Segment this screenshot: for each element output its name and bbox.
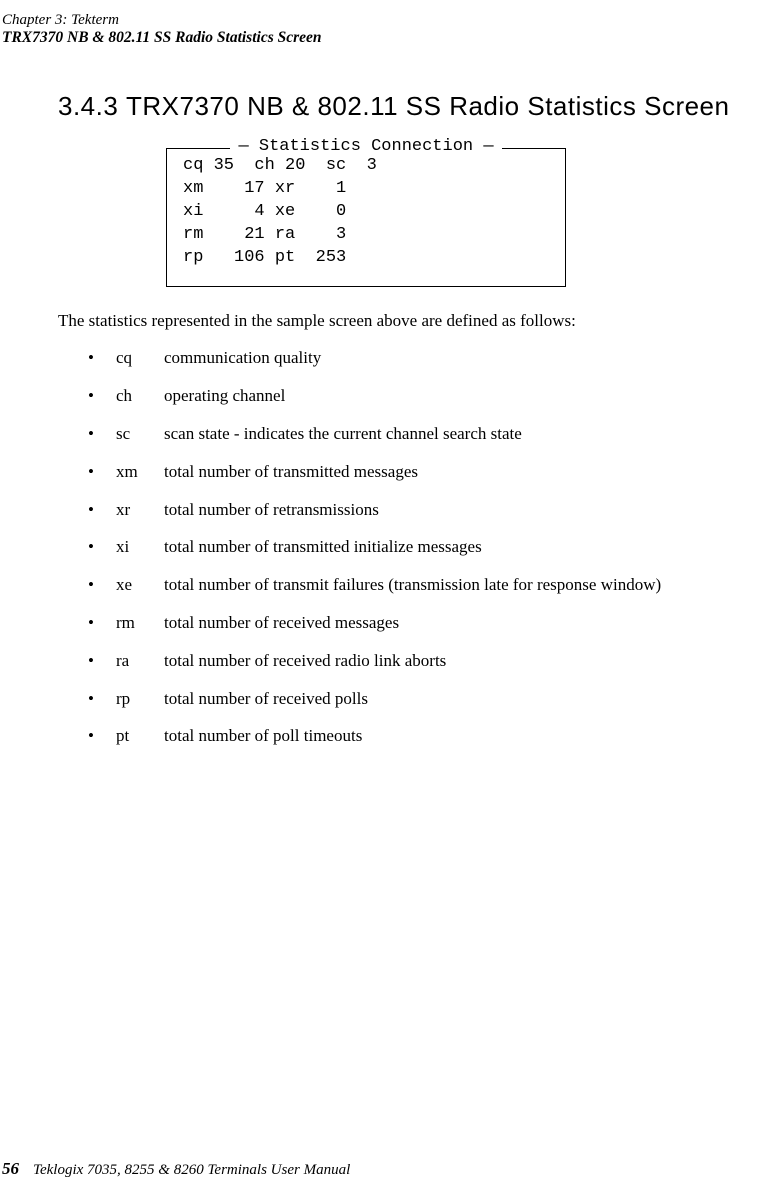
def-abbr: pt: [116, 724, 164, 748]
bullet-icon: •: [88, 498, 116, 522]
list-item: • sc scan state - indicates the current …: [88, 422, 771, 446]
footer-text: Teklogix 7035, 8255 & 8260 Terminals Use…: [33, 1162, 350, 1178]
stats-caption: Statistics Connection: [230, 137, 501, 156]
list-item: • ch operating channel: [88, 384, 771, 408]
list-item: • cq communication quality: [88, 346, 771, 370]
def-desc: communication quality: [164, 346, 771, 370]
bullet-icon: •: [88, 422, 116, 446]
def-abbr: xe: [116, 573, 164, 597]
def-desc: total number of poll timeouts: [164, 724, 771, 748]
def-desc: scan state - indicates the current chann…: [164, 422, 771, 446]
header-chapter: Chapter 3: Tekterm: [2, 12, 119, 29]
header-section-title: TRX7370 NB & 802.11 SS Radio Statistics …: [0, 29, 773, 51]
def-abbr: sc: [116, 422, 164, 446]
bullet-icon: •: [88, 724, 116, 748]
statistics-box: Statistics Connection cq 35 ch 20 sc 3 x…: [166, 148, 566, 287]
definitions-list: • cq communication quality • ch operatin…: [58, 346, 771, 748]
bullet-icon: •: [88, 687, 116, 711]
def-desc: total number of transmit failures (trans…: [164, 573, 771, 597]
def-abbr: xm: [116, 460, 164, 484]
def-abbr: ra: [116, 649, 164, 673]
def-desc: total number of received messages: [164, 611, 771, 635]
def-desc: total number of transmitted messages: [164, 460, 771, 484]
def-desc: total number of received radio link abor…: [164, 649, 771, 673]
bullet-icon: •: [88, 346, 116, 370]
stats-row: rm 21 ra 3: [183, 224, 549, 247]
def-desc: total number of received polls: [164, 687, 771, 711]
section-heading: 3.4.3TRX7370 NB & 802.11 SS Radio Statis…: [58, 91, 771, 122]
stats-row: rp 106 pt 253: [183, 247, 549, 270]
bullet-icon: •: [88, 535, 116, 559]
page-content: 3.4.3TRX7370 NB & 802.11 SS Radio Statis…: [0, 51, 773, 748]
def-desc: total number of retransmissions: [164, 498, 771, 522]
stats-caption-wrap: Statistics Connection: [167, 137, 565, 156]
list-item: • xm total number of transmitted message…: [88, 460, 771, 484]
list-item: • xr total number of retransmissions: [88, 498, 771, 522]
list-item: • xi total number of transmitted initial…: [88, 535, 771, 559]
def-abbr: xi: [116, 535, 164, 559]
bullet-icon: •: [88, 460, 116, 484]
list-item: • rp total number of received polls: [88, 687, 771, 711]
bullet-icon: •: [88, 384, 116, 408]
def-abbr: xr: [116, 498, 164, 522]
def-abbr: rp: [116, 687, 164, 711]
def-abbr: ch: [116, 384, 164, 408]
list-item: • pt total number of poll timeouts: [88, 724, 771, 748]
list-item: • xe total number of transmit failures (…: [88, 573, 771, 597]
def-abbr: rm: [116, 611, 164, 635]
def-desc: total number of transmitted initialize m…: [164, 535, 771, 559]
bullet-icon: •: [88, 573, 116, 597]
section-number: 3.4.3: [58, 91, 126, 122]
bullet-icon: •: [88, 649, 116, 673]
list-item: • rm total number of received messages: [88, 611, 771, 635]
stats-row: cq 35 ch 20 sc 3: [183, 155, 549, 178]
stats-row: xm 17 xr 1: [183, 178, 549, 201]
page-footer: 56 Teklogix 7035, 8255 & 8260 Terminals U…: [2, 1159, 350, 1179]
intro-paragraph: The statistics represented in the sample…: [58, 309, 771, 333]
section-title: TRX7370 NB & 802.11 SS Radio Statistics …: [126, 91, 729, 121]
list-item: • ra total number of received radio link…: [88, 649, 771, 673]
def-abbr: cq: [116, 346, 164, 370]
page-number: 56: [2, 1159, 19, 1179]
stats-row: xi 4 xe 0: [183, 201, 549, 224]
bullet-icon: •: [88, 611, 116, 635]
def-desc: operating channel: [164, 384, 771, 408]
